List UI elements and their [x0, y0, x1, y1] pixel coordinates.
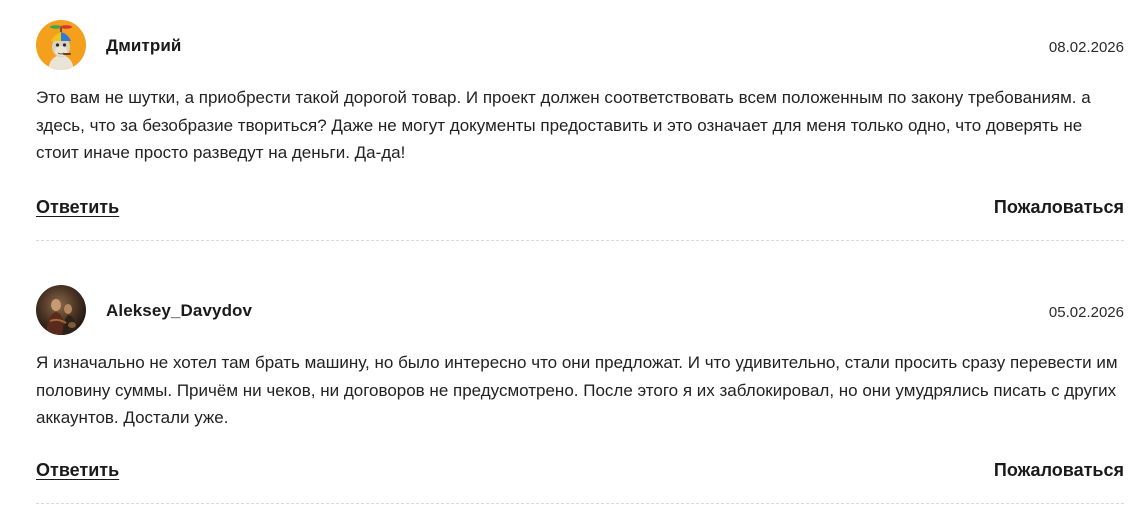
propeller-hat-monkey-icon [36, 20, 86, 70]
divider [36, 503, 1124, 504]
reply-button[interactable]: Ответить [36, 460, 119, 481]
comment-item: Aleksey_Davydov 05.02.2026 Я изначально … [36, 285, 1124, 504]
comment-item: Дмитрий 08.02.2026 Это вам не шутки, а п… [36, 20, 1124, 241]
avatar[interactable] [36, 285, 86, 335]
comment-actions: Ответить Пожаловаться [36, 197, 1124, 223]
complain-button[interactable]: Пожаловаться [994, 197, 1124, 218]
painting-portrait-icon [36, 285, 86, 335]
comments-list: Дмитрий 08.02.2026 Это вам не шутки, а п… [0, 0, 1145, 521]
divider [36, 240, 1124, 241]
author-name: Aleksey_Davydov [106, 301, 253, 320]
complain-button[interactable]: Пожаловаться [994, 460, 1124, 481]
avatar[interactable] [36, 20, 86, 70]
comment-text: Это вам не шутки, а приобрести такой дор… [36, 88, 1091, 162]
comment-header: Дмитрий 08.02.2026 [36, 20, 1124, 72]
author-name: Дмитрий [106, 36, 182, 55]
comment-date: 05.02.2026 [1048, 304, 1124, 321]
comment-actions: Ответить Пожаловаться [36, 460, 1124, 486]
reply-button[interactable]: Ответить [36, 197, 119, 218]
comment-text: Я изначально не хотел там брать машину, … [36, 353, 1118, 427]
comment-header: Aleksey_Davydov 05.02.2026 [36, 285, 1124, 337]
comment-date: 08.02.2026 [1048, 39, 1124, 56]
